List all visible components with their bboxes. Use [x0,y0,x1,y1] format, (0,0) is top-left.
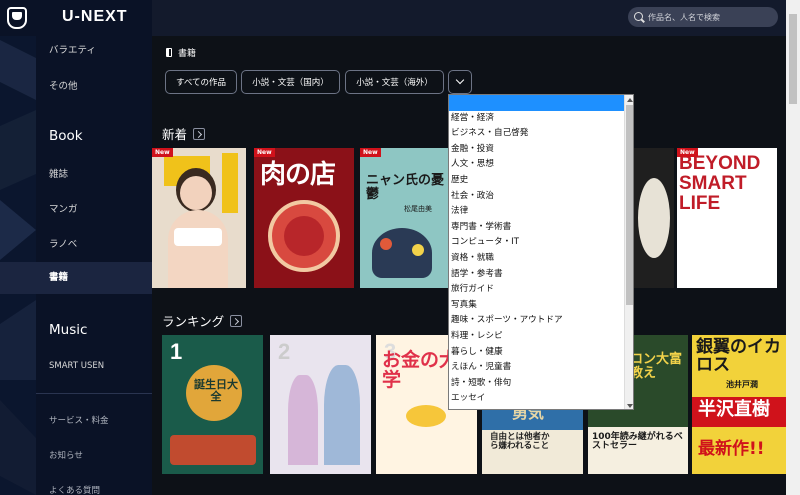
book-icon [166,48,172,57]
dropdown-option[interactable]: 料理・レシピ [449,329,624,345]
dropdown-option[interactable]: 金融・投資 [449,142,624,158]
chevron-down-icon [455,75,465,85]
cover-author: 松尾由美 [404,205,432,213]
dropdown-option[interactable]: 暮らし・健康 [449,345,624,361]
chevron-right-icon [193,127,206,140]
genre-options: 経営・経済 ビジネス・自己啓発 金融・投資 人文・思想 歴史 社会・政治 法律 専門書・学術書… [449,95,624,409]
filter-novel-overseas[interactable]: 小説・文芸（海外） [345,70,444,94]
row-title-new-text: 新着 [162,127,188,142]
rank-number: 1 [170,339,183,364]
dropdown-option[interactable]: 人文・思想 [449,157,624,173]
dropdown-option[interactable]: 資格・就職 [449,251,624,267]
dropdown-option[interactable]: 歴史 [449,173,624,189]
filter-all[interactable]: すべての作品 [165,70,237,94]
sidebar-item-lightnovel[interactable]: ラノベ [0,236,152,250]
cover-title: 自由とは他者から嫌われること [490,432,550,451]
dropdown-option[interactable]: 専門書・学術書 [449,220,624,236]
chevron-right-icon [230,314,243,327]
genre-dropdown-button[interactable] [448,70,472,94]
dropdown-option[interactable]: エッセイ [449,391,624,407]
sidebar-item-variety[interactable]: バラエティ [0,42,152,56]
sidebar-item-manga[interactable]: マンガ [0,201,152,215]
dropdown-option[interactable]: 旅行ガイド [449,282,624,298]
cover-banner: 半沢直樹 [698,399,770,420]
row-title-ranking-text: ランキング [162,314,225,329]
header [152,0,786,36]
dropdown-option[interactable] [449,95,624,111]
cover-title: 誕生日大全 [194,378,238,403]
row-title-new[interactable]: 新着 [162,124,206,143]
scroll-up-icon[interactable] [627,98,633,102]
cover-subtitle: 最新作!! [698,439,765,459]
book-cover-rank-2[interactable]: 2 [270,335,371,474]
dropdown-option[interactable]: 経営・経済 [449,111,624,127]
logo-text: U-NEXT [62,8,128,25]
cover-title: 肉の店 [260,160,336,190]
app-window: U-NEXT バラエティ その他 Book 雑誌 マンガ ラノベ 書籍 Musi… [0,0,800,495]
genre-dropdown-list[interactable]: 経営・経済 ビジネス・自己啓発 金融・投資 人文・思想 歴史 社会・政治 法律 専門書・学術書… [448,94,634,410]
new-badge: New [677,148,698,157]
cover-title: ニャン氏の憂鬱 [366,173,445,202]
dropdown-option[interactable]: 語学・参考書 [449,267,624,283]
logo-icon [7,7,27,29]
sidebar-item-service[interactable]: サービス・料金 [0,414,152,426]
sidebar-item-faq[interactable]: よくある質問 [0,484,152,495]
dropdown-option[interactable]: えほん・児童書 [449,360,624,376]
cover-title: BEYOND SMART LIFE [679,153,761,214]
dropdown-option[interactable]: 社会・政治 [449,189,624,205]
search-input[interactable] [648,11,773,23]
search-box[interactable] [628,7,778,27]
sidebar: U-NEXT バラエティ その他 Book 雑誌 マンガ ラノベ 書籍 Musi… [0,0,152,495]
filter-novel-domestic[interactable]: 小説・文芸（国内） [241,70,340,94]
rank-number: 2 [278,339,291,364]
sidebar-section-music[interactable]: Music [0,322,152,338]
cover-subtitle: 100年読み継がれるベストセラー [592,432,683,452]
scroll-down-icon[interactable] [627,404,633,408]
book-cover-rank-6[interactable]: 銀翼のイカロス 池井戸潤 半沢直樹 最新作!! [692,335,786,474]
search-icon [634,12,643,21]
book-cover-new-5[interactable]: BEYOND SMART LIFE New [677,148,777,288]
dropdown-option[interactable]: 趣味・スポーツ・アウトドア [449,313,624,329]
sidebar-section-book[interactable]: Book [0,128,152,144]
dropdown-scroll-thumb[interactable] [626,105,633,305]
logo[interactable]: U-NEXT [0,0,152,36]
sidebar-item-books[interactable]: 書籍 [0,262,152,294]
dropdown-option[interactable]: 法律 [449,204,624,220]
book-cover-new-4[interactable] [634,148,674,288]
new-badge: New [254,148,275,157]
page-title: 書籍 [166,46,196,59]
sidebar-divider [36,393,152,394]
dropdown-scrollbar[interactable] [624,95,633,409]
sidebar-item-smart-usen[interactable]: SMART USEN [0,361,152,371]
book-cover-new-2[interactable]: 肉の店 New [254,148,354,288]
book-cover-new-1[interactable]: New [152,148,246,288]
page-scroll-thumb[interactable] [789,14,797,104]
row-title-ranking[interactable]: ランキング [162,311,243,330]
dropdown-option[interactable]: ビジネス・自己啓発 [449,126,624,142]
sidebar-item-magazine[interactable]: 雑誌 [0,166,152,180]
page-title-text: 書籍 [178,49,197,59]
dropdown-option[interactable]: コンピュータ・IT [449,235,624,251]
dropdown-option[interactable]: 詩・短歌・俳句 [449,376,624,392]
book-cover-rank-1[interactable]: 1 誕生日大全 [162,335,263,474]
sidebar-item-news[interactable]: お知らせ [0,449,152,461]
sidebar-item-other[interactable]: その他 [0,78,152,92]
cover-author: 池井戸潤 [726,380,758,389]
book-cover-new-3[interactable]: ニャン氏の憂鬱 松尾由美 New [360,148,448,288]
cover-title: 銀翼のイカロス [696,337,781,375]
page-scrollbar[interactable] [786,0,800,495]
new-badge: New [360,148,381,157]
dropdown-option[interactable]: 写真集 [449,298,624,314]
new-badge: New [152,148,173,157]
